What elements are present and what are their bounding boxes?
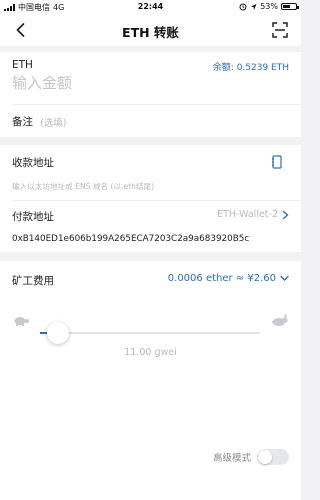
eth-transfer-screen: 中国电信 4G 22:44 53% ETH 转账 ETH 余额: 0.5239 … [0,0,301,500]
token-label: ETH [12,59,33,71]
toggle-knob [258,450,272,464]
advanced-mode-label: 高级模式 [212,453,251,464]
memo-label: 备注 [12,116,33,128]
scan-icon[interactable] [271,21,289,39]
fee-label: 矿工费用 [12,275,54,287]
nav-bar: ETH 转账 [0,14,301,46]
fee-card: 矿工费用 0.0006 ether ≈ ¥2.60 11.00 gwei 高级模… [0,261,301,500]
location-icon [251,3,257,10]
advanced-mode-toggle[interactable] [257,449,289,465]
address-card: 收款地址 输入以太坊地址或 ENS 域名 (以.eth结尾) 付款地址 ETH-… [0,145,301,252]
fee-selector[interactable]: 0.0006 ether ≈ ¥2.60 [168,273,289,284]
amount-input[interactable] [12,72,212,94]
wallet-selector[interactable]: ETH-Wallet-2 [217,209,289,220]
receiver-address-input[interactable]: 输入以太坊地址或 ENS 域名 (以.eth结尾) [12,181,154,192]
page-title: ETH 转账 [122,25,179,40]
alarm-icon [239,3,247,10]
divider [12,200,301,201]
payer-address: 0xB140ED1e606b199A265ECA7203C2a9a683920B… [12,234,250,244]
balance-label: 余额: 0.5239 ETH [212,63,289,73]
divider [12,104,301,105]
status-bar: 中国电信 4G 22:44 53% [0,0,301,14]
amount-card: ETH 余额: 0.5239 ETH 备注 (选填) [0,52,301,137]
fee-value: 0.0006 ether ≈ ¥2.60 [167,273,276,284]
fee-slider-thumb[interactable] [46,322,69,344]
gwei-value: 11.00 gwei [124,347,177,358]
battery-icon [281,3,299,10]
chevron-down-icon [280,275,289,281]
receiver-label: 收款地址 [12,157,54,169]
fee-slider-track[interactable] [40,332,260,334]
address-book-icon[interactable] [271,155,283,169]
chevron-right-icon [282,210,289,219]
wallet-name: ETH-Wallet-2 [217,209,278,220]
payer-label: 付款地址 [12,211,54,223]
battery-percent: 53% [260,2,278,11]
memo-input[interactable]: (选填) [40,115,66,129]
turtle-icon [14,317,29,326]
rabbit-icon [272,314,288,326]
